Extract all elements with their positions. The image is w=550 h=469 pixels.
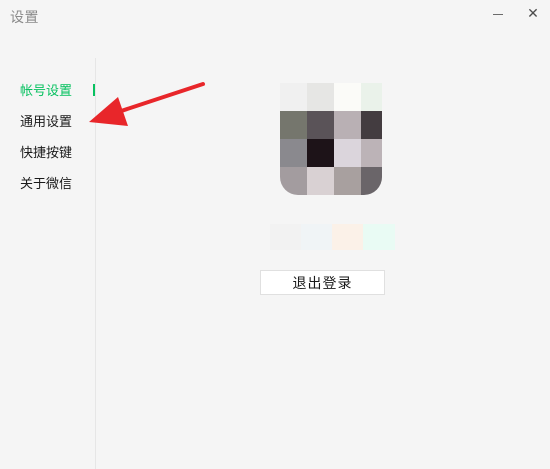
- settings-window: 设置 ✕ 帐号设置 通用设置 快捷按键 关于微信 退出登录: [0, 0, 550, 469]
- annotation-arrow: [89, 82, 205, 126]
